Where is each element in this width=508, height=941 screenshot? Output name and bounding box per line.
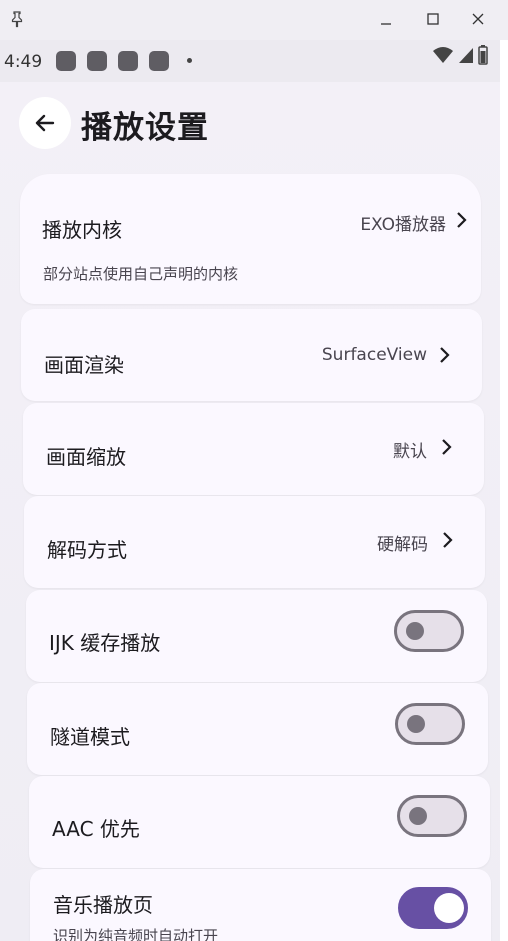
settings-screen: 播放设置 播放内核 EXO播放器 部分站点使用自己声明的内核 画面渲染 Surf… bbox=[0, 82, 500, 941]
aac-priority-toggle[interactable] bbox=[397, 795, 467, 837]
chevron-right-icon bbox=[440, 347, 450, 363]
page-title: 播放设置 bbox=[81, 110, 209, 146]
chevron-right-icon bbox=[443, 532, 453, 548]
ijk-cache-toggle[interactable] bbox=[394, 610, 464, 652]
setting-description: 部分站点使用自己声明的内核 bbox=[43, 265, 239, 283]
setting-label: 画面渲染 bbox=[44, 353, 124, 377]
toggle-knob bbox=[407, 715, 425, 733]
back-arrow-icon bbox=[35, 114, 55, 132]
setting-label: IJK 缓存播放 bbox=[49, 631, 161, 655]
toggle-knob bbox=[409, 807, 427, 825]
tunnel-mode-toggle[interactable] bbox=[395, 703, 465, 745]
toggle-knob bbox=[406, 622, 424, 640]
notification-icon bbox=[118, 51, 138, 71]
setting-label: 解码方式 bbox=[47, 538, 127, 562]
battery-icon bbox=[478, 45, 488, 65]
chevron-right-icon bbox=[442, 439, 452, 455]
maximize-button[interactable] bbox=[417, 6, 449, 32]
notification-icon bbox=[56, 51, 76, 71]
setting-label: 隧道模式 bbox=[50, 725, 130, 749]
setting-label: 音乐播放页 bbox=[53, 893, 153, 917]
music-page-toggle[interactable] bbox=[398, 887, 468, 929]
setting-row-player-core[interactable]: 播放内核 EXO播放器 部分站点使用自己声明的内核 bbox=[20, 174, 481, 304]
setting-row-aac[interactable]: AAC 优先 bbox=[29, 776, 490, 868]
chevron-right-icon bbox=[457, 212, 467, 228]
setting-row-scale[interactable]: 画面缩放 默认 bbox=[23, 403, 484, 495]
setting-row-tunnel[interactable]: 隧道模式 bbox=[27, 683, 488, 775]
setting-row-decode[interactable]: 解码方式 硬解码 bbox=[24, 496, 485, 588]
setting-value: 默认 bbox=[393, 442, 427, 462]
setting-row-music-page[interactable]: 音乐播放页 识别为纯音频时自动打开 bbox=[30, 869, 491, 941]
pin-icon[interactable] bbox=[9, 10, 25, 28]
setting-label: AAC 优先 bbox=[52, 817, 140, 841]
close-button[interactable] bbox=[462, 6, 494, 32]
maximize-icon bbox=[427, 13, 439, 25]
setting-label: 画面缩放 bbox=[46, 445, 126, 469]
setting-label: 播放内核 bbox=[42, 218, 122, 242]
toggle-knob bbox=[434, 893, 464, 923]
wifi-icon bbox=[433, 47, 453, 63]
notification-icon bbox=[149, 51, 169, 71]
signal-icon bbox=[459, 48, 473, 63]
more-notifications-dot bbox=[187, 58, 192, 63]
setting-row-render[interactable]: 画面渲染 SurfaceView bbox=[21, 309, 482, 401]
status-time: 4:49 bbox=[4, 52, 43, 72]
status-bar: 4:49 bbox=[0, 40, 500, 82]
minimize-icon bbox=[381, 23, 391, 25]
system-icons bbox=[432, 45, 488, 65]
minimize-button[interactable] bbox=[370, 6, 402, 32]
setting-value: 硬解码 bbox=[377, 535, 428, 555]
setting-value: SurfaceView bbox=[321, 345, 427, 365]
window-edge bbox=[500, 40, 508, 941]
setting-description: 识别为纯音频时自动打开 bbox=[53, 927, 219, 941]
notification-icon bbox=[87, 51, 107, 71]
window-titlebar bbox=[0, 0, 508, 40]
back-button[interactable] bbox=[19, 97, 71, 149]
setting-row-ijk-cache[interactable]: IJK 缓存播放 bbox=[26, 590, 487, 682]
close-icon bbox=[472, 13, 484, 25]
setting-value: EXO播放器 bbox=[360, 215, 446, 235]
